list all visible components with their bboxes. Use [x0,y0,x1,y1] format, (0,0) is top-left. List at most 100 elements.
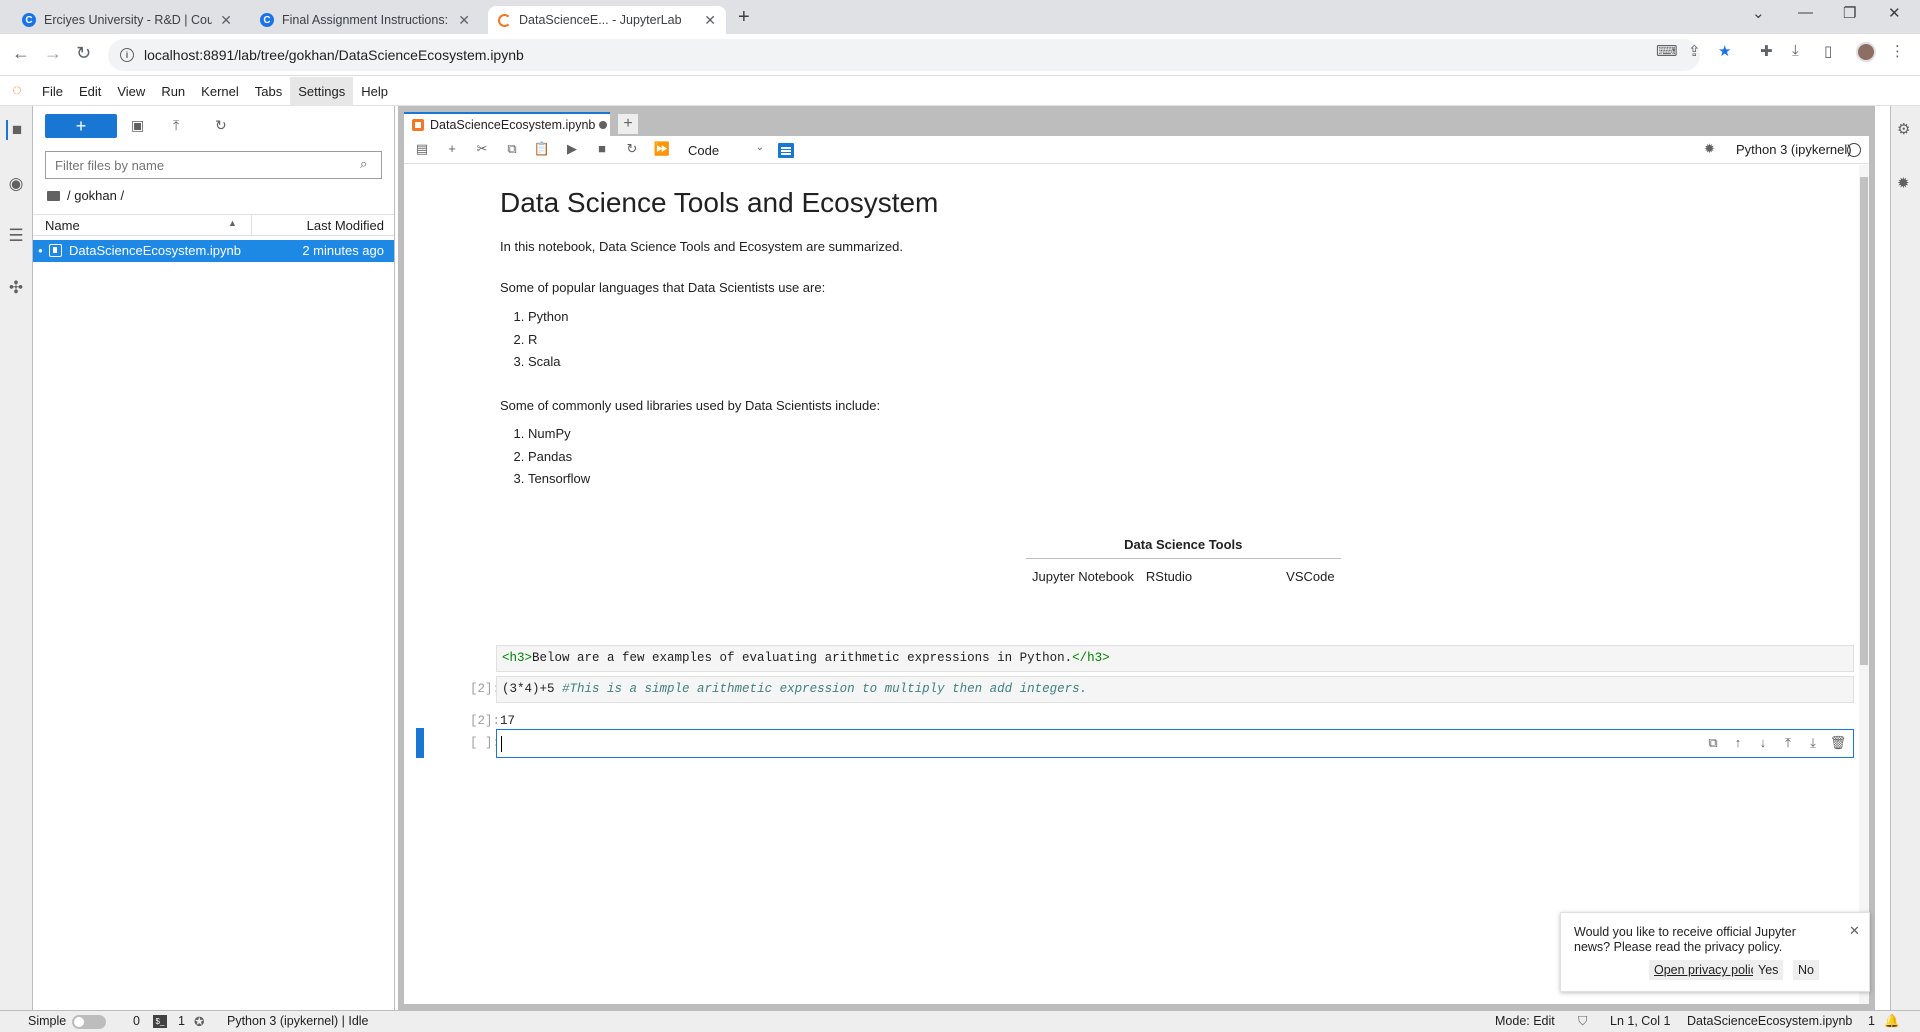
cut-icon[interactable]: ✂ [472,141,492,157]
running-sessions-icon[interactable]: ◉ [6,174,26,194]
breadcrumb-path[interactable]: / gokhan / [67,188,124,203]
menu-edit[interactable]: Edit [71,77,109,106]
move-down-icon[interactable]: ↓ [1754,735,1772,750]
back-icon[interactable]: ← [12,43,30,64]
code-cell[interactable]: (3*4)+5 #This is a simple arithmetic exp… [496,676,1854,703]
languages-list[interactable]: Python R Scala [500,306,568,374]
code-cell-editor[interactable]: ⧉ ↑ ↓ ⤒ ⤓ 🗑 [496,729,1854,758]
menu-kernel[interactable]: Kernel [193,77,247,106]
unsaved-dot-icon[interactable] [599,121,608,129]
kernel-status-text[interactable]: Python 3 (ipykernel) | Idle [227,1014,369,1028]
libraries-list[interactable]: NumPy Pandas Tensorflow [500,423,590,491]
property-inspector-gear-icon[interactable]: ⚙ [1897,120,1910,138]
trusted-icon[interactable]: ⛉ [1578,1014,1587,1029]
running-kernels-count[interactable]: 0 [133,1014,140,1028]
kernel-name[interactable]: Python 3 (ipykernel) [1736,142,1852,157]
table-cell: RStudio [1145,569,1193,584]
markdown-cell-title[interactable]: Data Science Tools and Ecosystem [500,187,938,219]
stop-icon[interactable]: ■ [592,141,612,156]
browser-tab-assignment[interactable]: C Final Assignment Instructions: Cr ✕ [250,6,480,34]
close-tab-icon[interactable]: ✕ [220,12,232,29]
notebook-content: Data Science Tools and Ecosystem In this… [404,165,1859,1004]
yes-button[interactable]: Yes [1753,960,1784,980]
insert-above-icon[interactable]: ⤒ [1779,735,1797,751]
restart-run-all-icon[interactable]: ⏩ [652,141,672,157]
sort-ascending-icon[interactable]: ▲ [228,218,237,228]
menu-run[interactable]: Run [153,77,193,106]
save-icon[interactable]: ▤ [412,141,432,157]
copy-icon[interactable]: ⧉ [502,141,522,157]
move-up-icon[interactable]: ↑ [1729,735,1747,750]
markdown-intro[interactable]: In this notebook, Data Science Tools and… [500,239,903,254]
column-last-modified[interactable]: Last Modified [307,218,384,233]
forward-icon[interactable]: → [44,43,62,64]
tab-search-icon[interactable]: ⌄ [1752,4,1765,22]
lsp-icon[interactable]: ✪ [194,1014,204,1029]
close-tab-icon[interactable]: ✕ [704,12,716,29]
insert-below-icon[interactable]: ⤓ [1804,735,1822,751]
scrollbar-thumb[interactable] [1860,177,1868,665]
raw-html-cell[interactable]: <h3>Below are a few examples of evaluati… [496,645,1854,672]
folder-icon[interactable]: ■ [6,120,26,140]
tab-notebook[interactable]: DataScienceEcosystem.ipynb [404,112,610,136]
vertical-scrollbar[interactable] [1859,165,1869,1004]
coursera-icon: C [260,13,274,27]
menu-settings[interactable]: Settings [290,76,354,106]
browser-tab-erciyes[interactable]: C Erciyes University - R&D | Course ✕ [12,6,242,34]
insert-cell-icon[interactable]: + [442,141,462,156]
run-icon[interactable]: ▶ [562,141,582,157]
side-panel-icon[interactable]: ▯ [1824,42,1832,60]
markdown-languages-intro[interactable]: Some of popular languages that Data Scie… [500,280,825,295]
menu-tabs[interactable]: Tabs [247,77,290,106]
cursor-position[interactable]: Ln 1, Col 1 [1610,1014,1670,1028]
profile-avatar[interactable] [1856,42,1876,62]
filter-files-input[interactable] [45,151,382,179]
menu-help[interactable]: Help [353,77,396,106]
site-info-icon[interactable]: i [120,48,134,62]
refresh-icon[interactable]: ↻ [215,117,227,134]
terminal-icon[interactable]: $_ [153,1015,167,1028]
delete-cell-icon[interactable]: 🗑 [1829,735,1847,751]
extensions-icon[interactable]: ✚ [1760,42,1773,60]
no-button[interactable]: No [1793,960,1819,980]
menu-file[interactable]: File [34,77,71,106]
home-folder-icon[interactable] [47,190,60,201]
new-launcher-button[interactable]: + [45,114,117,138]
open-privacy-policy-button[interactable]: Open privacy policy [1649,960,1769,980]
cell-type-select[interactable]: Code ⌄ [684,139,764,161]
menu-view[interactable]: View [109,77,153,106]
browser-tab-jupyterlab[interactable]: DataScienceE... - JupyterLab ✕ [488,6,726,34]
bookmark-star-icon[interactable]: ★ [1718,42,1731,60]
bell-icon[interactable]: 🔔 [1884,1014,1900,1029]
simple-mode-toggle[interactable] [72,1015,106,1029]
table-of-contents-icon[interactable]: ☰ [6,226,26,246]
running-terminals-count[interactable]: 1 [178,1014,185,1028]
reload-icon[interactable]: ↻ [76,43,91,64]
notification-count[interactable]: 1 [1868,1014,1875,1028]
close-tab-icon[interactable]: ✕ [458,12,470,29]
duplicate-cell-icon[interactable]: ⧉ [1704,735,1722,751]
paste-icon[interactable]: 📋 [532,141,552,157]
close-icon[interactable]: ✕ [1849,923,1860,939]
new-folder-icon[interactable]: ▣ [131,117,144,134]
chrome-menu-icon[interactable]: ⋮ [1890,42,1905,60]
close-window-icon[interactable]: ✕ [1888,4,1901,22]
markdown-libraries-intro[interactable]: Some of commonly used libraries used by … [500,398,880,413]
column-name[interactable]: Name [45,218,80,233]
debugger-bug-icon[interactable]: ✹ [1897,174,1910,192]
url-bar[interactable]: i localhost:8891/lab/tree/gokhan/DataSci… [108,39,1700,71]
minimize-icon[interactable]: — [1798,4,1813,21]
add-tab-button[interactable]: + [618,114,638,134]
active-cell-indicator[interactable] [416,728,424,758]
restart-icon[interactable]: ↻ [622,141,642,157]
download-icon[interactable]: ⤓ [1792,42,1799,59]
translate-icon[interactable]: ⌨ [1656,42,1678,60]
share-icon[interactable]: ⇪ [1688,42,1701,60]
file-row[interactable]: ● DataScienceEcosystem.ipynb 2 minutes a… [33,240,394,262]
maximize-icon[interactable]: ❐ [1843,4,1856,22]
debugger-icon[interactable]: ✹ [1704,141,1715,157]
upload-icon[interactable]: ⤒ [173,117,179,134]
extension-manager-icon[interactable]: ✣ [6,278,26,298]
property-inspector-icon[interactable] [778,143,794,158]
new-tab-button[interactable]: + [738,6,750,29]
